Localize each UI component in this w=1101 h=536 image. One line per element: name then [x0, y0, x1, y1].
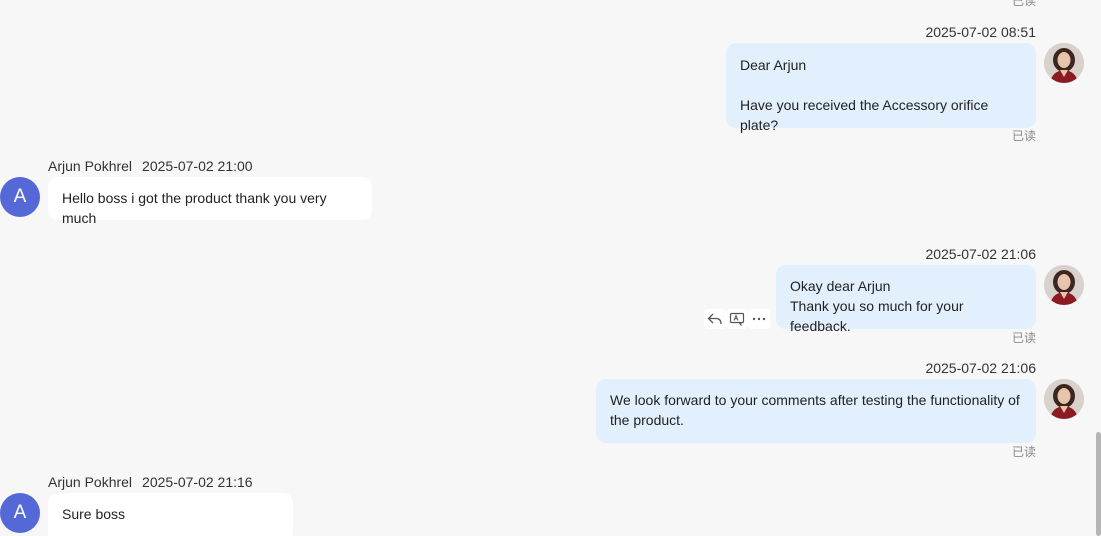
- translate-icon: [729, 312, 745, 326]
- read-receipt: 已读: [1011, 129, 1036, 143]
- incoming-message-bubble[interactable]: Hello boss i got the product thank you v…: [48, 177, 372, 226]
- scrollbar[interactable]: [1096, 432, 1101, 536]
- message-timestamp: 2025-07-02 21:16: [142, 474, 253, 490]
- message-actions: [704, 309, 770, 329]
- user-avatar-image: [1044, 379, 1084, 419]
- incoming-message-bubble[interactable]: Sure boss: [48, 493, 293, 536]
- outgoing-message-bubble[interactable]: Dear Arjun Have you received the Accesso…: [726, 43, 1036, 133]
- user-avatar[interactable]: [1044, 265, 1084, 305]
- chat-window: 已读 2025-07-02 08:51 Dear Arjun Have you …: [0, 0, 1101, 536]
- more-button[interactable]: [748, 309, 770, 329]
- message-timestamp: 2025-07-02 21:06: [925, 360, 1036, 376]
- read-receipt: 已读: [1011, 445, 1036, 459]
- contact-avatar[interactable]: A: [0, 493, 40, 533]
- message-text: Okay dear Arjun: [790, 278, 891, 294]
- user-avatar-image: [1044, 43, 1084, 83]
- outgoing-message-bubble[interactable]: We look forward to your comments after t…: [596, 379, 1036, 443]
- user-avatar[interactable]: [1044, 379, 1084, 419]
- message-timestamp: 2025-07-02 08:51: [925, 24, 1036, 40]
- reply-icon: [707, 313, 722, 325]
- message-text: Have you received the Accessory orifice …: [740, 97, 989, 133]
- message-text: Dear Arjun: [740, 57, 807, 73]
- outgoing-message-bubble[interactable]: Okay dear Arjun Thank you so much for yo…: [776, 265, 1036, 334]
- message-text: Hello boss i got the product thank you v…: [62, 190, 327, 226]
- sender-header: Arjun Pokhrel 2025-07-02 21:00: [48, 158, 253, 174]
- message-timestamp: 2025-07-02 21:00: [142, 158, 253, 174]
- message-text: the product.: [610, 412, 684, 428]
- contact-avatar[interactable]: A: [0, 177, 40, 217]
- sender-name: Arjun Pokhrel: [48, 158, 133, 174]
- reply-button[interactable]: [704, 309, 726, 329]
- message-text: Sure boss: [62, 506, 126, 522]
- message-text: We look forward to your comments after t…: [610, 392, 1020, 408]
- translate-button[interactable]: [726, 309, 748, 329]
- user-avatar[interactable]: [1044, 43, 1084, 83]
- user-avatar-image: [1044, 265, 1084, 305]
- read-receipt: 已读: [1011, 0, 1036, 8]
- message-text: Thank you so much for your feedback.: [790, 298, 964, 334]
- sender-name: Arjun Pokhrel: [48, 474, 133, 490]
- message-timestamp: 2025-07-02 21:06: [925, 246, 1036, 262]
- read-receipt: 已读: [1011, 331, 1036, 345]
- more-icon: [752, 317, 766, 321]
- sender-header: Arjun Pokhrel 2025-07-02 21:16: [48, 474, 253, 490]
